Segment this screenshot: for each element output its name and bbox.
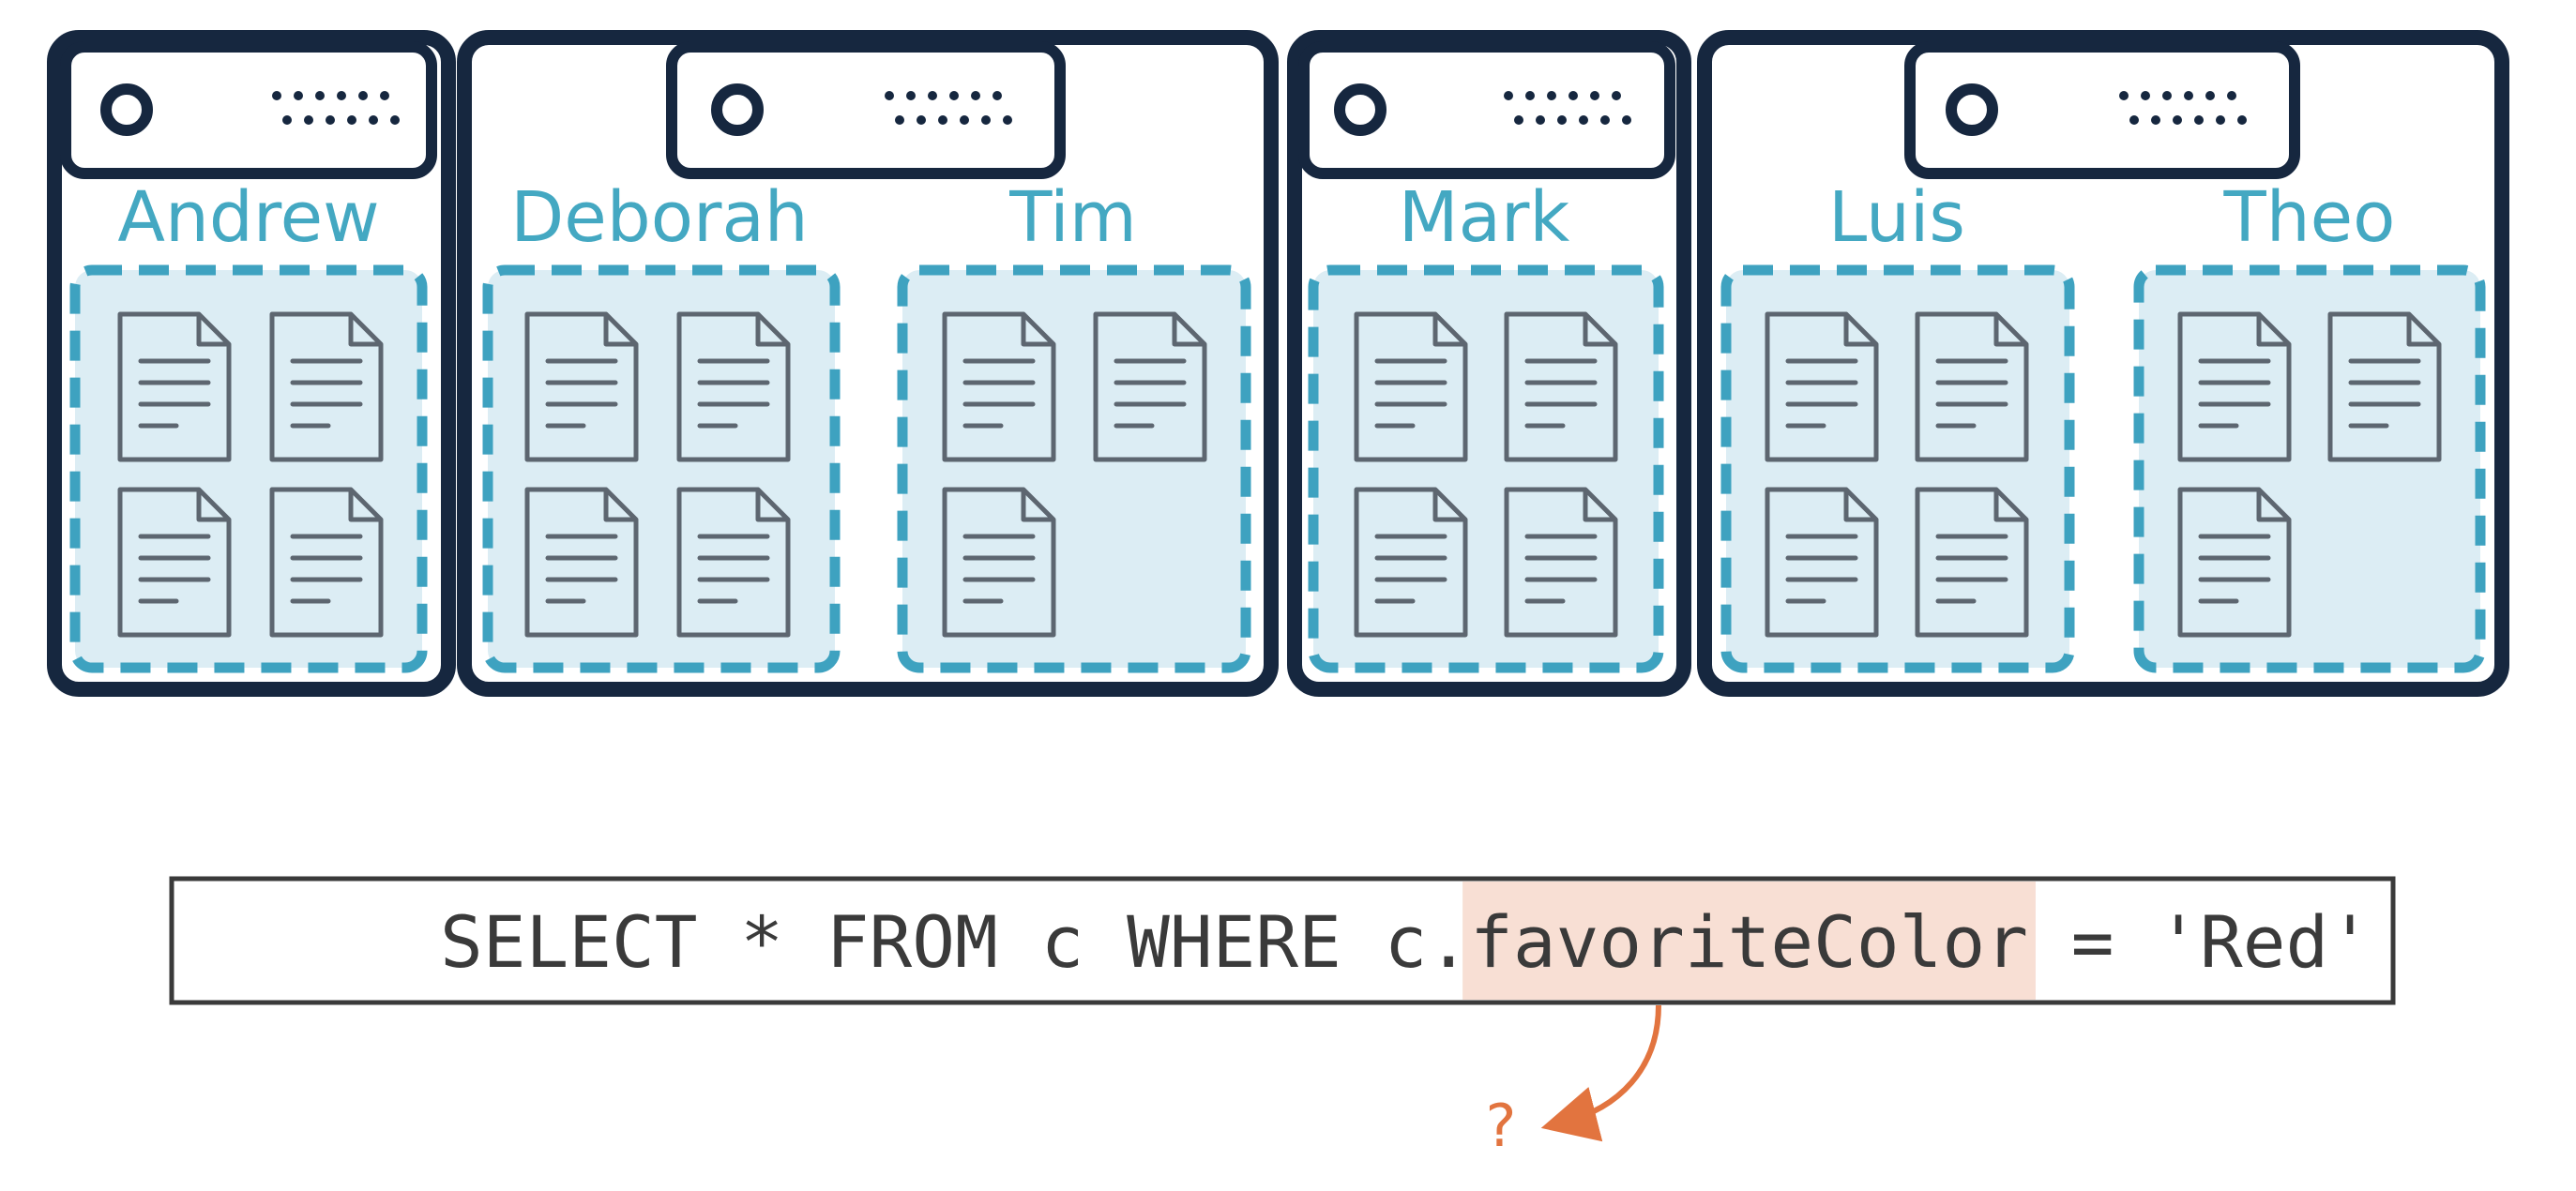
document-icon xyxy=(942,311,1056,462)
server-3: Mark xyxy=(1287,30,1691,697)
document-icon xyxy=(524,487,639,638)
document-icon xyxy=(117,311,232,462)
partition-label: Luis xyxy=(1828,177,1965,258)
query-prefix: SELECT * FROM c WHERE c. xyxy=(440,900,1470,984)
partition-label: Deborah xyxy=(510,177,808,258)
query-suffix: = 'Red' xyxy=(2028,900,2371,984)
document-icon xyxy=(117,487,232,638)
document-icon xyxy=(1093,311,1207,462)
document-icon xyxy=(676,487,791,638)
document-icon xyxy=(524,311,639,462)
document-icon xyxy=(2177,311,2292,462)
server-badge xyxy=(1298,41,1675,179)
document-icon xyxy=(1765,487,1879,638)
document-icon xyxy=(1504,487,1618,638)
partition-label: Andrew xyxy=(117,177,379,258)
document-icon xyxy=(2327,311,2442,462)
document-icon xyxy=(676,311,791,462)
document-icon xyxy=(1504,311,1618,462)
arrow-icon xyxy=(1540,1004,1661,1142)
server-badge xyxy=(60,41,437,179)
document-icon xyxy=(269,487,384,638)
document-icon xyxy=(1765,311,1879,462)
partition-label: Theo xyxy=(2223,177,2396,258)
server-1: Andrew xyxy=(47,30,456,697)
document-icon xyxy=(1354,487,1468,638)
partition-andrew: Andrew xyxy=(69,177,428,673)
server-4: Luis Theo xyxy=(1697,30,2509,697)
server-2: Deborah Tim xyxy=(457,30,1279,697)
document-icon xyxy=(942,487,1056,638)
server-badge xyxy=(666,41,1066,179)
query-highlight-field: favoriteColor xyxy=(1470,900,2028,984)
document-icon xyxy=(1915,487,2029,638)
query-box: SELECT * FROM c WHERE c.favoriteColor = … xyxy=(169,876,2396,1005)
partition-diagram: Andrew Deborah Tim Mark Luis Theo SELECT… xyxy=(47,30,2509,1160)
document-icon xyxy=(1915,311,2029,462)
document-icon xyxy=(2177,487,2292,638)
partition-deborah: Deborah xyxy=(482,177,841,673)
document-icon xyxy=(1354,311,1468,462)
partition-label: Mark xyxy=(1399,177,1570,258)
query-text: SELECT * FROM c WHERE c.favoriteColor = … xyxy=(440,900,2371,984)
partition-label: Tim xyxy=(1008,177,1137,258)
server-badge xyxy=(1904,41,2300,179)
document-icon xyxy=(269,311,384,462)
question-mark: ? xyxy=(1486,1092,1517,1160)
